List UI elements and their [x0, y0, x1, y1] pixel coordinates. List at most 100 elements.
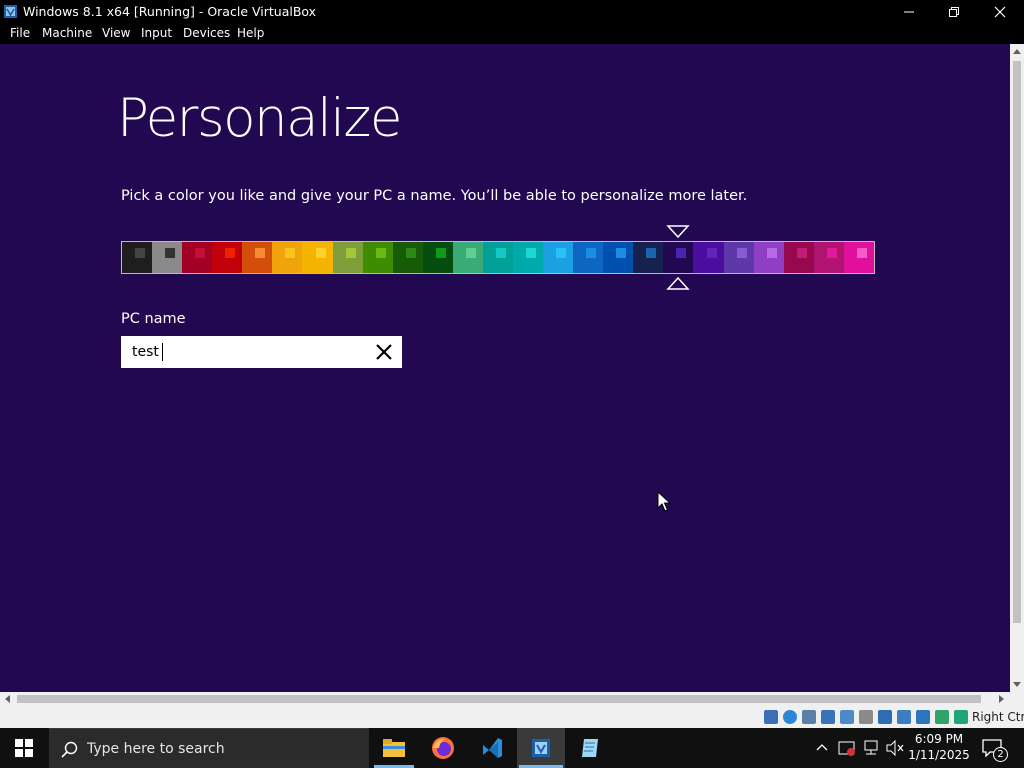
virtualbox-taskbar-button[interactable]: [517, 728, 565, 768]
color-swatch-accent: [766, 248, 777, 258]
usb-icon[interactable]: [840, 710, 854, 724]
scrollbar-corner: [1010, 692, 1024, 706]
vertical-scrollbar[interactable]: [1010, 44, 1024, 692]
color-swatch[interactable]: [362, 242, 393, 273]
color-swatch[interactable]: [422, 242, 453, 273]
volume-muted-icon[interactable]: [886, 740, 904, 756]
color-swatch[interactable]: [302, 242, 333, 273]
hard-disk-icon[interactable]: [764, 710, 778, 724]
minimize-icon: [904, 11, 914, 12]
vm-status-bar: Right Ctrl: [0, 706, 1024, 728]
color-swatch[interactable]: [212, 242, 243, 273]
color-swatch[interactable]: [573, 242, 604, 273]
color-swatch[interactable]: [152, 242, 183, 273]
color-swatch[interactable]: [843, 242, 874, 273]
restore-icon: [949, 6, 959, 17]
color-swatch-accent: [315, 248, 326, 258]
firefox-icon: [432, 737, 454, 759]
color-swatch[interactable]: [392, 242, 423, 273]
vs-code-button[interactable]: [468, 728, 516, 768]
color-swatch-accent: [826, 248, 837, 258]
keyboard-capture-icon[interactable]: [954, 710, 968, 724]
pc-name-label: PC name: [121, 311, 186, 327]
pc-name-value: test: [132, 344, 159, 360]
menu-file[interactable]: File: [10, 26, 30, 40]
file-explorer-button[interactable]: [370, 728, 418, 768]
shared-folders-icon[interactable]: [859, 710, 873, 724]
menu-help[interactable]: Help: [237, 26, 264, 40]
menu-bar: File Machine View Input Devices Help: [0, 23, 1024, 44]
color-swatch[interactable]: [753, 242, 784, 273]
show-hidden-icons-icon[interactable]: [816, 742, 828, 752]
close-window-button[interactable]: [977, 0, 1023, 23]
color-swatch[interactable]: [482, 242, 514, 273]
recording-icon[interactable]: [897, 710, 911, 724]
color-swatch-accent: [616, 248, 627, 258]
minimize-button[interactable]: [886, 0, 932, 23]
color-swatch[interactable]: [663, 242, 694, 273]
scroll-right-icon[interactable]: [999, 695, 1005, 703]
color-swatch[interactable]: [783, 242, 814, 273]
scroll-left-icon[interactable]: [4, 695, 10, 703]
menu-input[interactable]: Input: [141, 26, 172, 40]
color-swatch[interactable]: [332, 242, 363, 273]
color-swatch[interactable]: [723, 242, 754, 273]
color-swatch-accent: [135, 248, 146, 258]
close-icon: [994, 6, 1006, 17]
host-key-label: Right Ctrl: [972, 710, 1024, 724]
start-button[interactable]: [0, 728, 48, 768]
optical-drive-icon[interactable]: [783, 710, 797, 724]
virtualbox-icon: [4, 5, 17, 18]
color-swatch[interactable]: [813, 242, 844, 273]
color-swatch[interactable]: [182, 242, 213, 273]
color-swatch-accent: [586, 248, 597, 258]
color-swatch[interactable]: [242, 242, 273, 273]
virtualization-icon[interactable]: [916, 710, 930, 724]
menu-devices[interactable]: Devices: [183, 26, 230, 40]
visual-studio-icon: [483, 738, 502, 758]
color-picker[interactable]: [121, 241, 875, 274]
clear-text-icon[interactable]: [374, 342, 394, 362]
page-description: Pick a color you like and give your PC a…: [121, 188, 748, 204]
window-titlebar: Windows 8.1 x64 [Running] - Oracle Virtu…: [0, 0, 1024, 23]
taskbar-search-box[interactable]: Type here to search: [49, 728, 369, 768]
clock-date: 1/11/2025: [908, 748, 970, 762]
color-swatch[interactable]: [543, 242, 574, 273]
virtualbox-taskbar-icon: [532, 739, 550, 757]
security-tray-icon[interactable]: [838, 739, 856, 757]
color-swatch[interactable]: [633, 242, 664, 273]
network-icon[interactable]: [821, 710, 835, 724]
display-icon[interactable]: [878, 710, 892, 724]
text-caret: [162, 343, 163, 361]
color-swatch-accent: [526, 248, 537, 258]
color-swatch-accent: [706, 248, 717, 258]
mouse-integration-icon[interactable]: [935, 710, 949, 724]
horizontal-scroll-thumb[interactable]: [17, 695, 981, 703]
color-swatch[interactable]: [513, 242, 544, 273]
scroll-down-icon[interactable]: [1013, 682, 1021, 688]
notepad-button[interactable]: [566, 728, 614, 768]
pc-name-input[interactable]: test: [121, 336, 402, 368]
horizontal-scrollbar[interactable]: [0, 692, 1010, 706]
menu-machine[interactable]: Machine: [42, 26, 92, 40]
color-swatch[interactable]: [693, 242, 724, 273]
menu-view[interactable]: View: [102, 26, 130, 40]
selected-color-marker-bottom-icon: [666, 276, 690, 290]
color-swatch-accent: [676, 248, 687, 258]
mouse-pointer-icon: [657, 491, 671, 512]
clock[interactable]: 6:09 PM 1/11/2025: [906, 730, 972, 766]
color-swatch-accent: [255, 248, 266, 258]
network-tray-icon[interactable]: [862, 739, 880, 757]
scroll-up-icon[interactable]: [1013, 48, 1021, 54]
color-swatch[interactable]: [122, 242, 153, 273]
guest-display[interactable]: Personalize Pick a color you like and gi…: [0, 44, 1010, 692]
firefox-button[interactable]: [419, 728, 467, 768]
color-swatch-accent: [465, 248, 476, 258]
vertical-scroll-thumb[interactable]: [1013, 61, 1021, 623]
color-swatch[interactable]: [603, 242, 634, 273]
audio-icon[interactable]: [802, 710, 816, 724]
color-swatch[interactable]: [452, 242, 483, 273]
color-swatch[interactable]: [272, 242, 303, 273]
restore-button[interactable]: [931, 0, 977, 23]
action-center-button[interactable]: 2: [978, 732, 1018, 764]
